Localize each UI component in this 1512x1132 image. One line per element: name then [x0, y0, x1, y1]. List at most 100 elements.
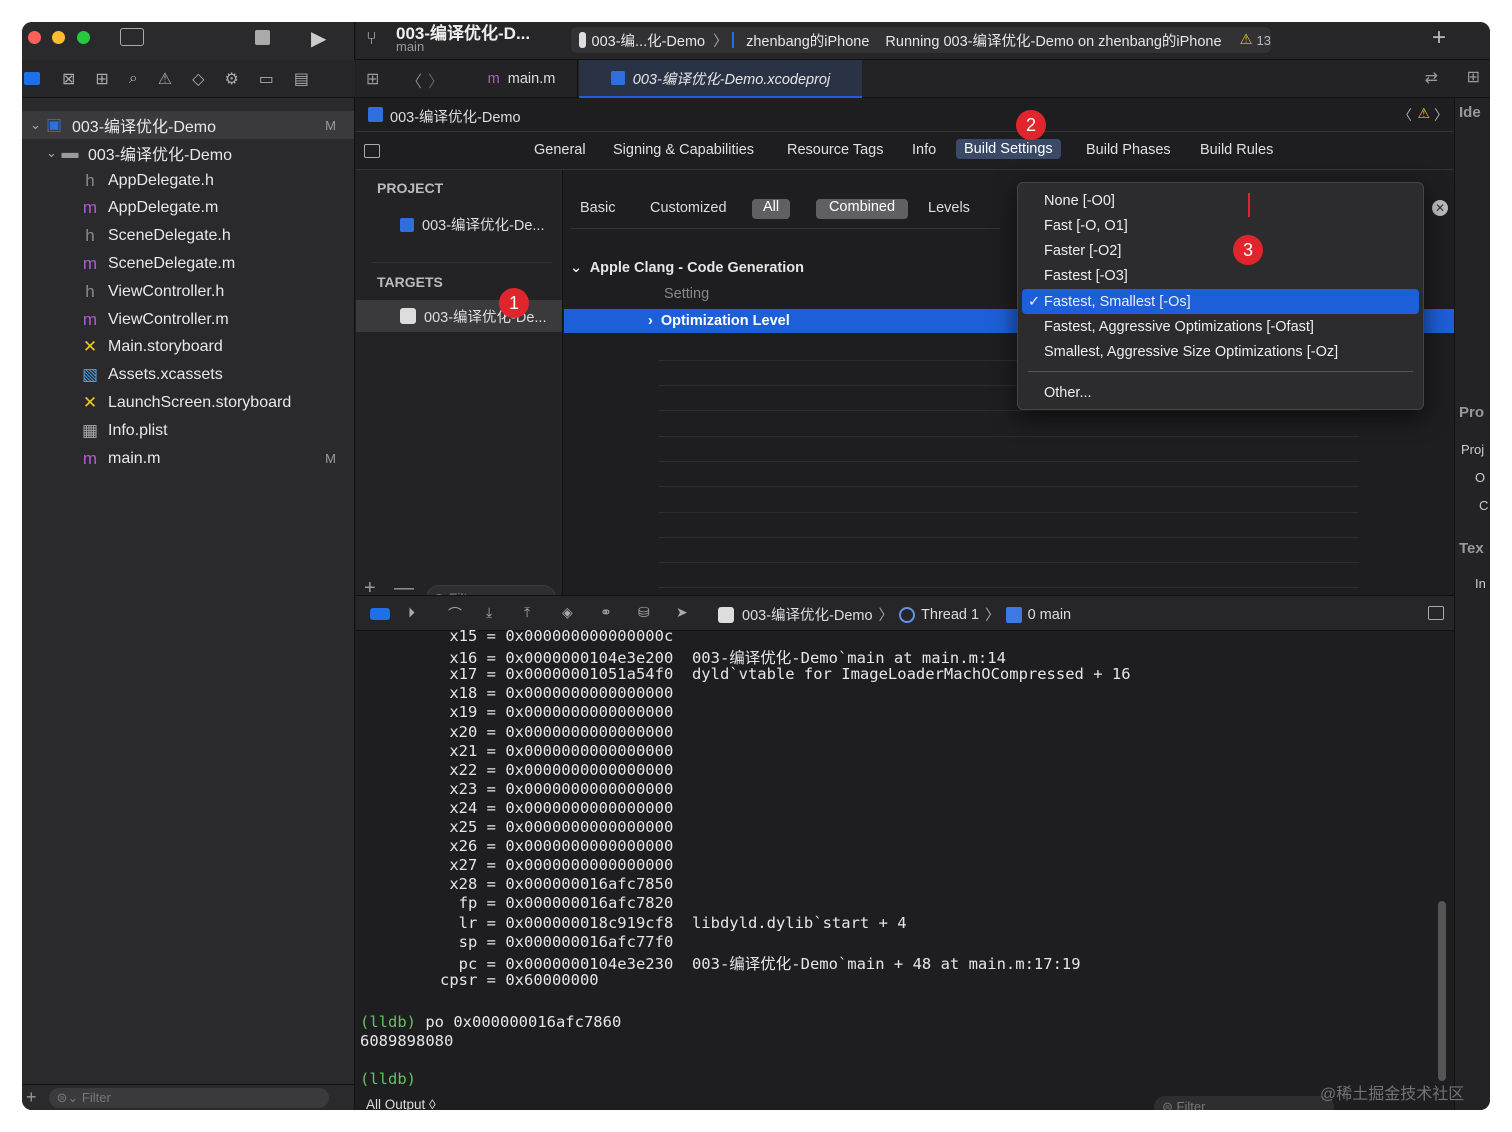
location-icon[interactable]: ➤: [676, 604, 688, 621]
menu-item-other[interactable]: Other...: [1022, 380, 1419, 405]
objc-m-icon: m: [487, 71, 500, 87]
tab-signing-capabilities[interactable]: Signing & Capabilities: [613, 142, 754, 158]
scope-combined[interactable]: Combined: [816, 199, 908, 219]
search-icon[interactable]: ⌕: [129, 70, 138, 88]
tab-build-settings[interactable]: Build Settings: [956, 139, 1061, 159]
menu-item-optimization[interactable]: Fastest [-O3]: [1022, 264, 1419, 289]
navigator-filter-field[interactable]: ⊜⌄ Filter: [48, 1087, 329, 1108]
tab-build-phases[interactable]: Build Phases: [1086, 142, 1171, 158]
forward-icon[interactable]: 〉: [428, 68, 444, 92]
folder-icon[interactable]: [24, 72, 40, 85]
navigator-item[interactable]: h AppDelegate.h: [22, 167, 354, 195]
view-hierarchy-icon[interactable]: ◈: [562, 604, 573, 621]
warning-icon[interactable]: ⚠: [1240, 32, 1253, 48]
warning-icon[interactable]: ⚠: [158, 69, 172, 89]
navigator-item[interactable]: h ViewController.h: [22, 278, 354, 306]
breakpoints-toggle-icon[interactable]: [370, 608, 390, 620]
navigator-item[interactable]: m ViewController.m: [22, 306, 354, 334]
swap-icon[interactable]: ⇄: [1425, 68, 1438, 88]
prev-issue-icon[interactable]: 〈: [1398, 105, 1412, 125]
project-item[interactable]: 003-编译优化-De...: [400, 214, 544, 235]
scope-all[interactable]: All: [752, 199, 790, 219]
app-icon: [718, 606, 734, 623]
device-selector[interactable]: zhenbang的iPhone: [746, 30, 869, 51]
navigator-item[interactable]: m AppDelegate.m: [22, 194, 354, 222]
target-item[interactable]: 003-编译优化-De...: [356, 300, 562, 332]
menu-item-optimization[interactable]: ✓ Fastest, Smallest [-Os]: [1022, 289, 1419, 315]
console-filter-field[interactable]: ⊜ Filter: [1154, 1096, 1334, 1110]
chevron-right-icon: ›: [648, 313, 653, 329]
chevron-down-icon[interactable]: ⌄: [30, 117, 44, 133]
stop-icon[interactable]: [255, 30, 270, 45]
navigator-item[interactable]: ✕ Main.storyboard: [22, 333, 354, 361]
memory-graph-icon[interactable]: ⚭: [600, 604, 612, 621]
assets-icon: ▧: [81, 365, 99, 385]
scope-basic[interactable]: Basic: [580, 200, 615, 216]
close-window-button[interactable]: [28, 31, 41, 44]
header-file-icon: h: [85, 281, 95, 301]
warning-icon[interactable]: ⚠: [1417, 105, 1430, 122]
report-icon[interactable]: ▤: [294, 69, 309, 89]
next-issue-icon[interactable]: 〉: [1434, 105, 1448, 125]
step-into-icon[interactable]: ⤓: [486, 604, 492, 621]
environment-icon[interactable]: ⛁: [638, 604, 650, 621]
menu-item-optimization[interactable]: None [-O0]: [1022, 188, 1419, 213]
navigator-item[interactable]: m SceneDelegate.m: [22, 250, 354, 278]
console-toggle-icon[interactable]: [1428, 606, 1444, 620]
scope-levels[interactable]: Levels: [928, 200, 970, 216]
add-icon[interactable]: +: [26, 1087, 37, 1108]
tab-build-rules[interactable]: Build Rules: [1200, 142, 1273, 158]
tab-general[interactable]: General: [534, 142, 586, 158]
source-control-icon[interactable]: ⊠: [62, 69, 75, 89]
zoom-window-button[interactable]: [77, 31, 90, 44]
navigator-item[interactable]: m main.m M: [22, 445, 354, 473]
sidebar-toggle-icon[interactable]: [120, 28, 144, 46]
scope-customized[interactable]: Customized: [650, 200, 727, 216]
navigator-item-label: Info.plist: [108, 421, 168, 439]
chevron-down-icon[interactable]: ⌄: [46, 145, 60, 161]
project-icon: [400, 217, 414, 232]
navigator-item[interactable]: ▧ Assets.xcassets: [22, 361, 354, 389]
add-icon[interactable]: +: [1432, 24, 1446, 52]
step-over-icon[interactable]: ⌒: [448, 604, 462, 624]
symbol-icon[interactable]: ⊞: [95, 69, 108, 89]
menu-item-optimization[interactable]: Fastest, Aggressive Optimizations [-Ofas…: [1022, 315, 1419, 340]
annotation-badge-3: 3: [1233, 235, 1263, 265]
tab-info[interactable]: Info: [912, 142, 936, 158]
back-icon[interactable]: 〈: [406, 68, 422, 92]
output-selector[interactable]: All Output ◊: [366, 1097, 436, 1110]
menu-item-optimization[interactable]: Smallest, Aggressive Size Optimizations …: [1022, 340, 1419, 365]
continue-icon[interactable]: ⏵: [408, 604, 415, 621]
objc-m-icon: m: [82, 254, 98, 273]
test-icon[interactable]: ◇: [192, 69, 204, 89]
console-line: x28 = 0x000000016afc7850: [412, 875, 674, 894]
console-scrollbar[interactable]: [1438, 901, 1446, 1081]
breadcrumb-project[interactable]: 003-编译优化-Demo: [390, 106, 521, 127]
menu-item-optimization[interactable]: Faster [-O2]: [1022, 239, 1419, 264]
debug-console[interactable]: x15 = 0x000000000000000c x16 = 0x0000000…: [356, 627, 1454, 1110]
toggle-project-list-icon[interactable]: [364, 144, 380, 158]
tab-main-m[interactable]: m main.m: [466, 60, 578, 98]
navigator-item[interactable]: ✕ LaunchScreen.storyboard: [22, 389, 354, 417]
step-out-icon[interactable]: ⤒: [524, 604, 530, 621]
project-icon: [368, 107, 383, 122]
console-line: x25 = 0x0000000000000000: [412, 818, 674, 836]
navigator-item[interactable]: h SceneDelegate.h: [22, 222, 354, 250]
debug-icon[interactable]: ⚙: [224, 69, 238, 89]
tab-resource-tags[interactable]: Resource Tags: [787, 142, 883, 158]
breakpoint-icon[interactable]: ▭: [259, 69, 274, 89]
status-badge: M: [325, 451, 336, 467]
navigator-item[interactable]: ⌄ ▬ 003-编译优化-Demo: [22, 139, 354, 167]
clear-search-icon[interactable]: ✕: [1432, 200, 1448, 216]
menu-item-optimization[interactable]: Fast [-O, O1]: [1022, 213, 1419, 238]
split-editor-icon[interactable]: ⊞: [1467, 67, 1480, 87]
grid-icon[interactable]: ⊞: [366, 69, 379, 89]
minimize-window-button[interactable]: [52, 31, 65, 44]
tab-xcodeproj[interactable]: 003-编译优化-Demo.xcodeproj: [579, 60, 862, 98]
run-icon[interactable]: ▶: [311, 26, 326, 51]
navigator-item[interactable]: ⌄ ▣ 003-编译优化-Demo M: [22, 111, 354, 139]
section-header[interactable]: ⌄ Apple Clang - Code Generation: [570, 260, 804, 276]
navigator-item[interactable]: ▦ Info.plist: [22, 417, 354, 445]
console-line: x20 = 0x0000000000000000: [412, 722, 674, 741]
scheme-selector[interactable]: 003-编...化-Demo: [592, 30, 706, 51]
